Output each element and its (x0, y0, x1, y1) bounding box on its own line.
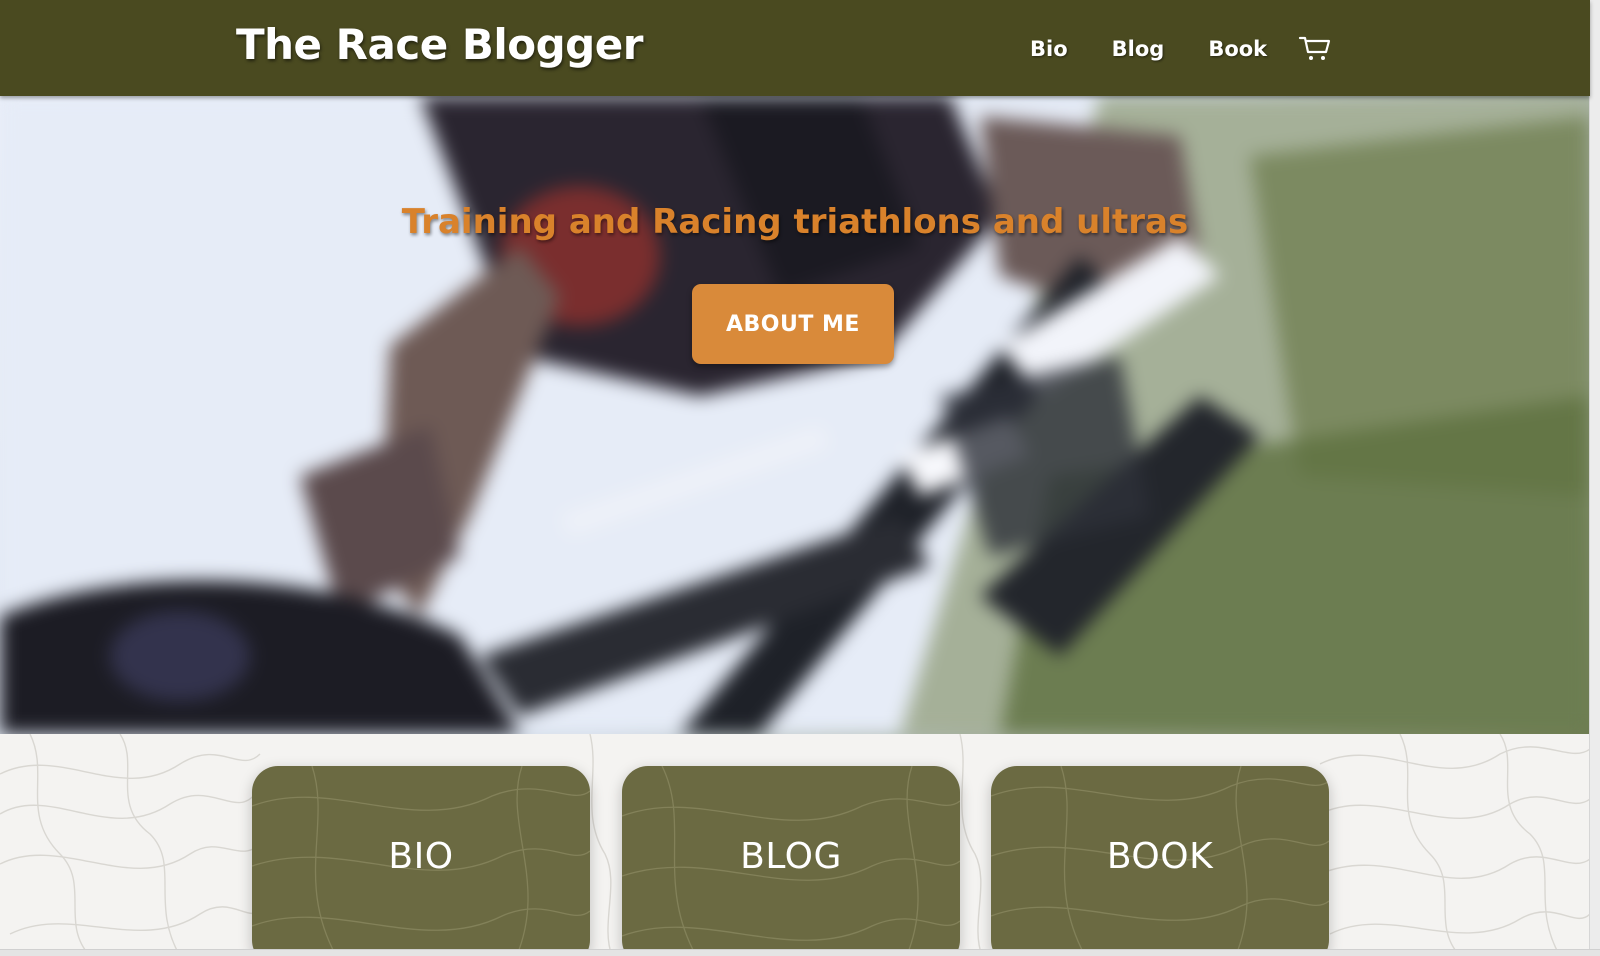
nav-item-book[interactable]: Book (1208, 37, 1267, 61)
card-bio-label: BIO (388, 836, 454, 877)
card-book-label: BOOK (1106, 836, 1214, 877)
about-me-button[interactable]: ABOUT ME (692, 284, 894, 364)
window-bottom-edge (0, 949, 1600, 956)
nav-item-blog[interactable]: Blog (1112, 37, 1165, 61)
card-book[interactable]: BOOK (991, 766, 1329, 956)
nav-item-bio[interactable]: Bio (1030, 37, 1068, 61)
card-blog[interactable]: BLOG (622, 766, 960, 956)
card-bio[interactable]: BIO (252, 766, 590, 956)
cards-section: BIO BLOG BOOK (0, 734, 1590, 956)
card-blog-label: BLOG (740, 836, 842, 877)
site-title[interactable]: The Race Blogger (236, 20, 643, 69)
hero-tagline: Training and Racing triathlons and ultra… (401, 202, 1189, 242)
site-header: The Race Blogger Bio Blog Book (0, 0, 1590, 96)
hero-section: Training and Racing triathlons and ultra… (0, 96, 1590, 734)
shopping-cart-icon[interactable] (1298, 32, 1332, 62)
scrollbar[interactable] (1589, 0, 1600, 956)
main-nav: Bio Blog Book (1030, 34, 1311, 64)
hero-background-image (0, 96, 1590, 734)
page: The Race Blogger Bio Blog Book Training … (0, 0, 1600, 956)
